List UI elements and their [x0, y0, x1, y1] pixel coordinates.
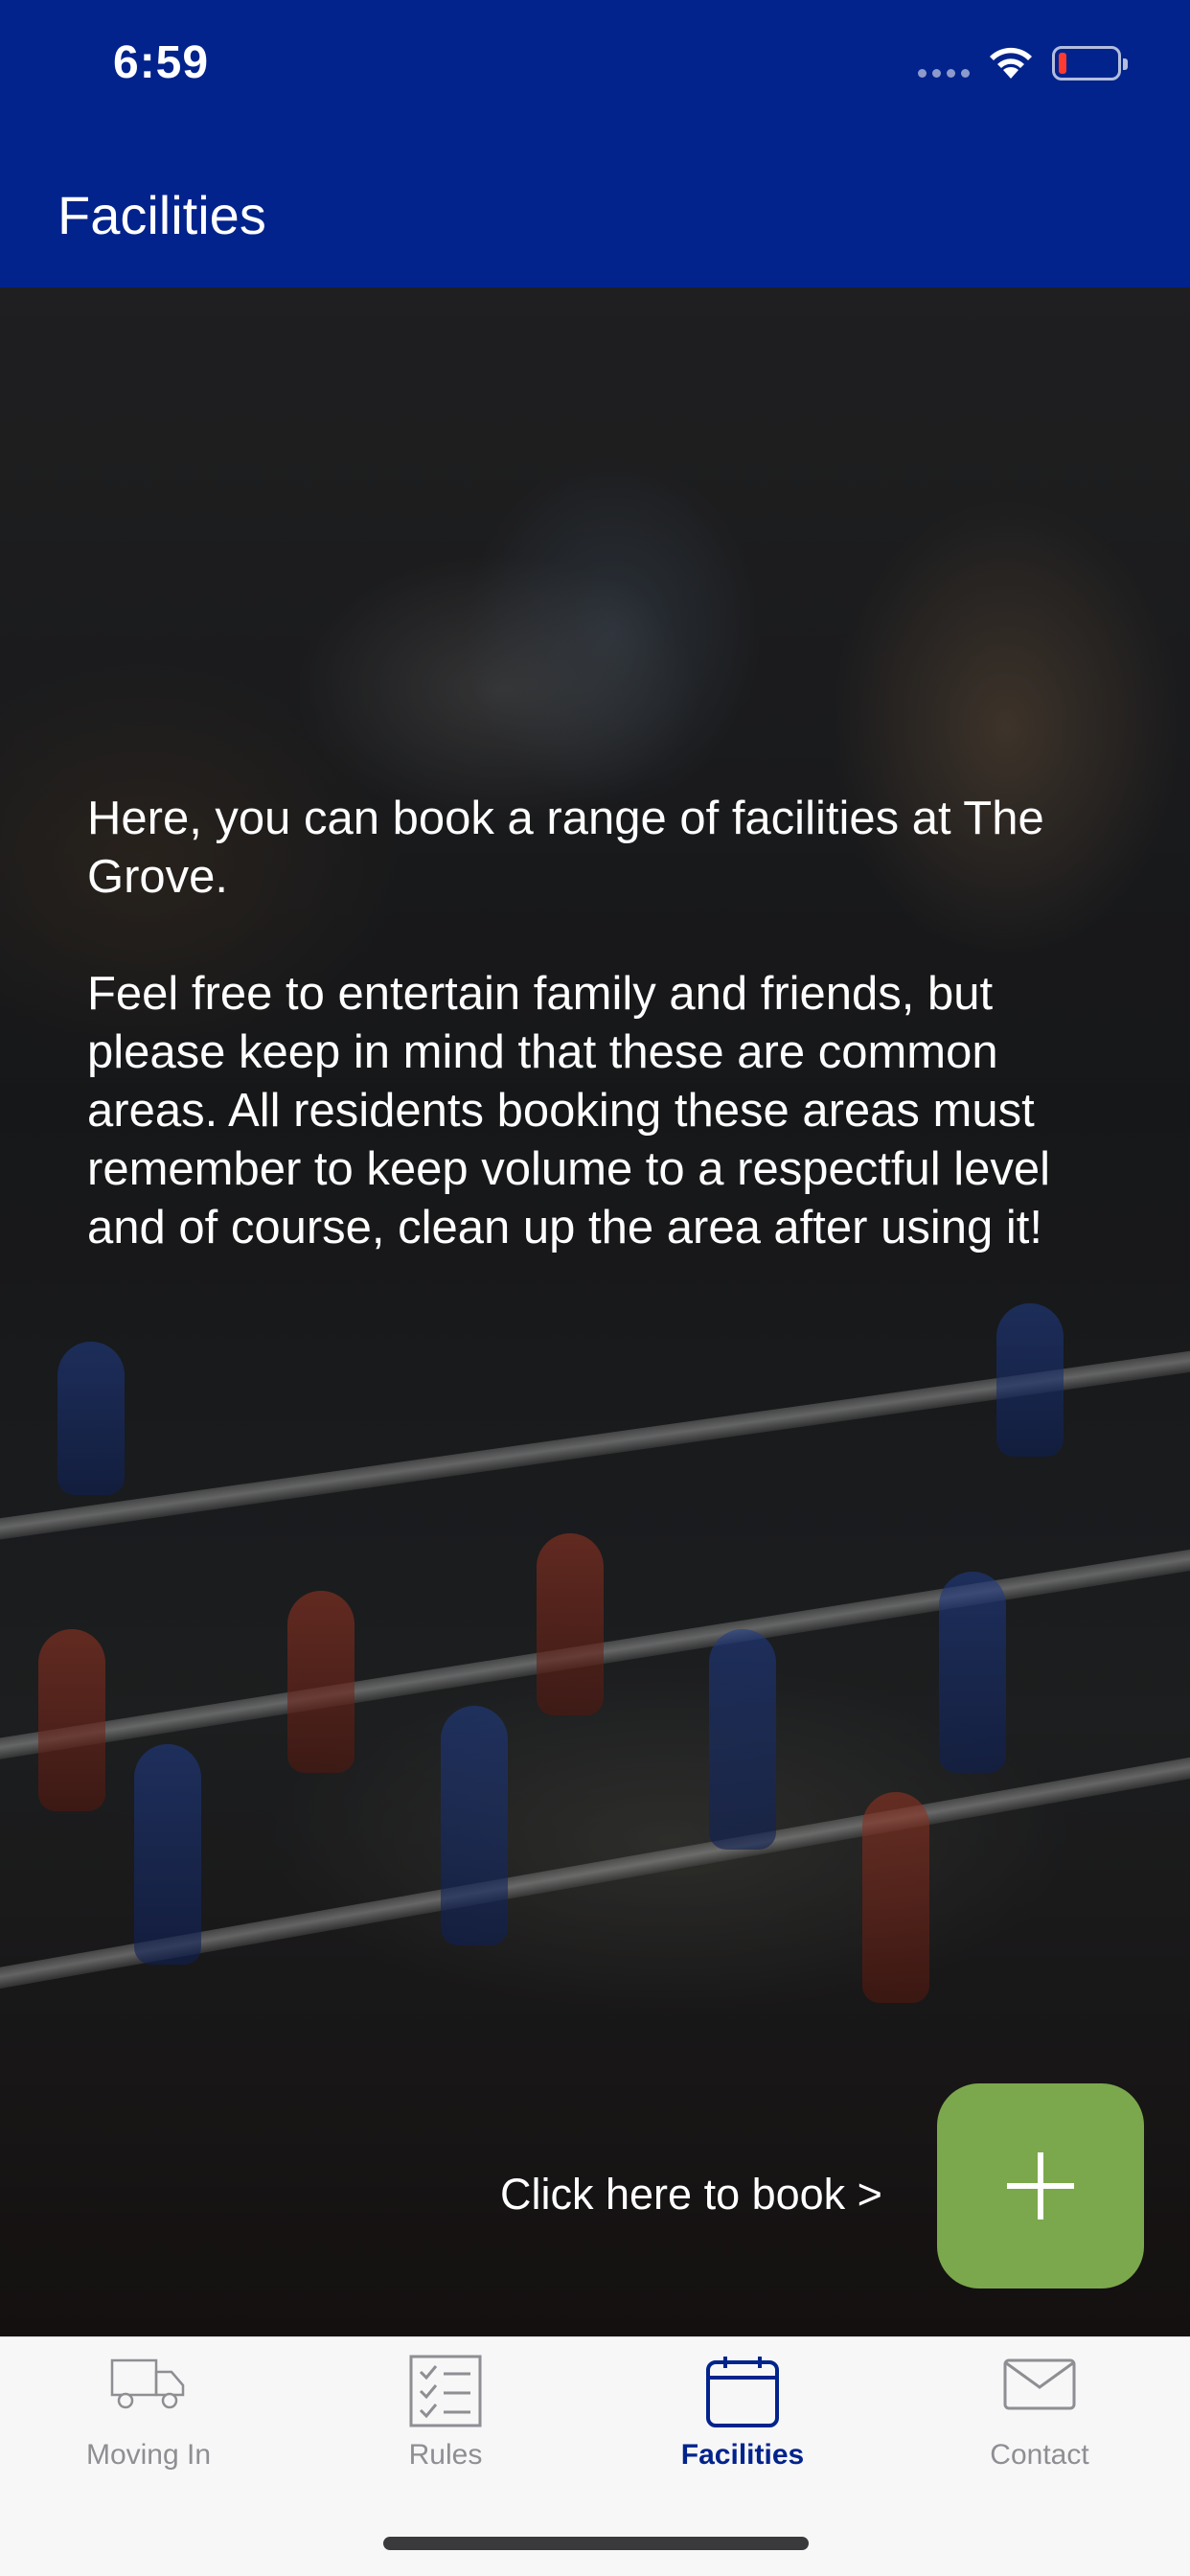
- book-link[interactable]: Click here to book >: [500, 2170, 882, 2220]
- intro-paragraph-guidelines: Feel free to entertain family and friend…: [87, 968, 1050, 1254]
- tab-bar: Moving In Rules Facilities Contact: [0, 2336, 1190, 2576]
- page-title: Facilities: [57, 185, 266, 245]
- tab-moving-in[interactable]: Moving In: [0, 2337, 297, 2491]
- status-bar: 6:59: [0, 0, 1190, 134]
- intro-paragraph: Here, you can book a range of facilities…: [87, 793, 1044, 903]
- add-booking-button[interactable]: [937, 2083, 1144, 2288]
- home-indicator[interactable]: [383, 2537, 809, 2550]
- tab-contact[interactable]: Contact: [891, 2337, 1188, 2491]
- plus-icon: [1007, 2152, 1074, 2220]
- navigation-bar: Facilities: [0, 134, 1190, 288]
- tab-label: Facilities: [680, 2439, 805, 2471]
- wifi-icon: [990, 47, 1032, 79]
- facilities-intro-text: Here, you can book a range of facilities…: [87, 790, 1122, 1316]
- calendar-icon: [706, 2357, 779, 2427]
- tab-label: Contact: [990, 2439, 1089, 2471]
- envelope-icon: [1003, 2358, 1076, 2410]
- tab-rules[interactable]: Rules: [297, 2337, 594, 2491]
- tab-facilities[interactable]: Facilities: [594, 2337, 891, 2491]
- status-time: 6:59: [113, 37, 210, 88]
- checklist-icon: [409, 2355, 482, 2427]
- tab-label: Rules: [408, 2439, 483, 2471]
- tab-label: Moving In: [85, 2439, 212, 2471]
- battery-icon: [1052, 46, 1128, 80]
- truck-icon: [110, 2358, 185, 2409]
- cellular-signal-icon: [918, 69, 970, 78]
